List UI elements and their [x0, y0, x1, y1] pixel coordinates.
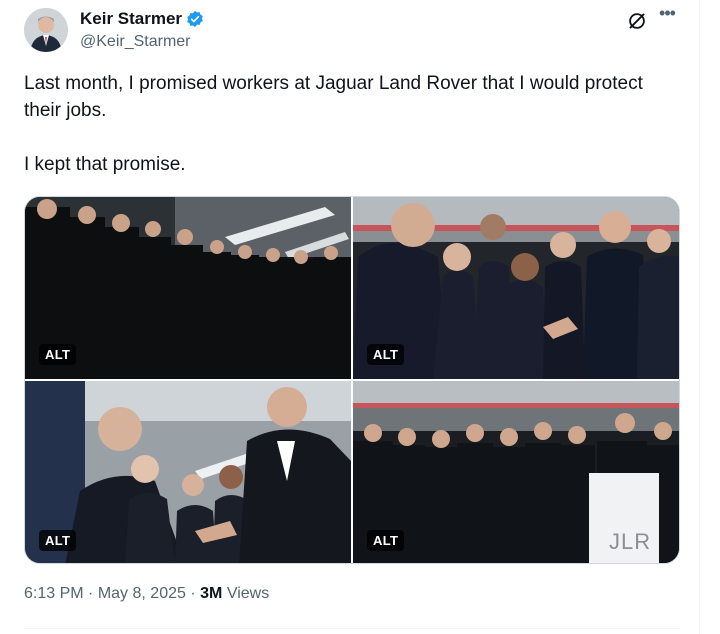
- alt-badge[interactable]: ALT: [367, 344, 405, 365]
- photo-3[interactable]: ALT: [25, 381, 351, 563]
- views-label: Views: [226, 585, 270, 602]
- jlr-sign: JLR: [609, 529, 652, 554]
- tweet-text: Last month, I promised workers at Jaguar…: [24, 70, 664, 205]
- photo-4[interactable]: JLR ALT: [353, 381, 679, 563]
- tweet-text-line1: Last month, I promised workers at Jaguar…: [24, 73, 643, 121]
- avatar[interactable]: [24, 8, 68, 52]
- media-grid: ALT ALT ALT JLR ALT: [24, 196, 680, 564]
- alt-badge[interactable]: ALT: [39, 530, 77, 551]
- more-options-icon[interactable]: •••: [656, 4, 678, 28]
- verified-badge-icon: [187, 10, 203, 28]
- meta-separator: ·: [88, 585, 98, 602]
- photo-2[interactable]: ALT: [353, 197, 679, 379]
- meta-separator: ·: [190, 585, 201, 602]
- photo-1[interactable]: ALT: [25, 197, 351, 379]
- author-name[interactable]: Keir Starmer: [80, 9, 182, 29]
- author-handle[interactable]: @Keir_Starmer: [80, 33, 191, 51]
- alt-badge[interactable]: ALT: [39, 344, 77, 365]
- divider: [24, 628, 680, 629]
- author-row: Keir Starmer: [80, 9, 204, 29]
- alt-badge[interactable]: ALT: [367, 530, 405, 551]
- tweet-card: Keir Starmer @Keir_Starmer ••• Last mont…: [0, 0, 700, 634]
- tweet-date[interactable]: May 8, 2025: [98, 585, 186, 602]
- tweet-meta: 6:13 PM · May 8, 2025 · 3M Views: [24, 585, 269, 603]
- grok-icon[interactable]: [626, 10, 648, 32]
- tweet-time[interactable]: 6:13 PM: [24, 585, 84, 602]
- tweet-text-line2: I kept that promise.: [24, 154, 186, 175]
- views-count: 3M: [200, 585, 223, 602]
